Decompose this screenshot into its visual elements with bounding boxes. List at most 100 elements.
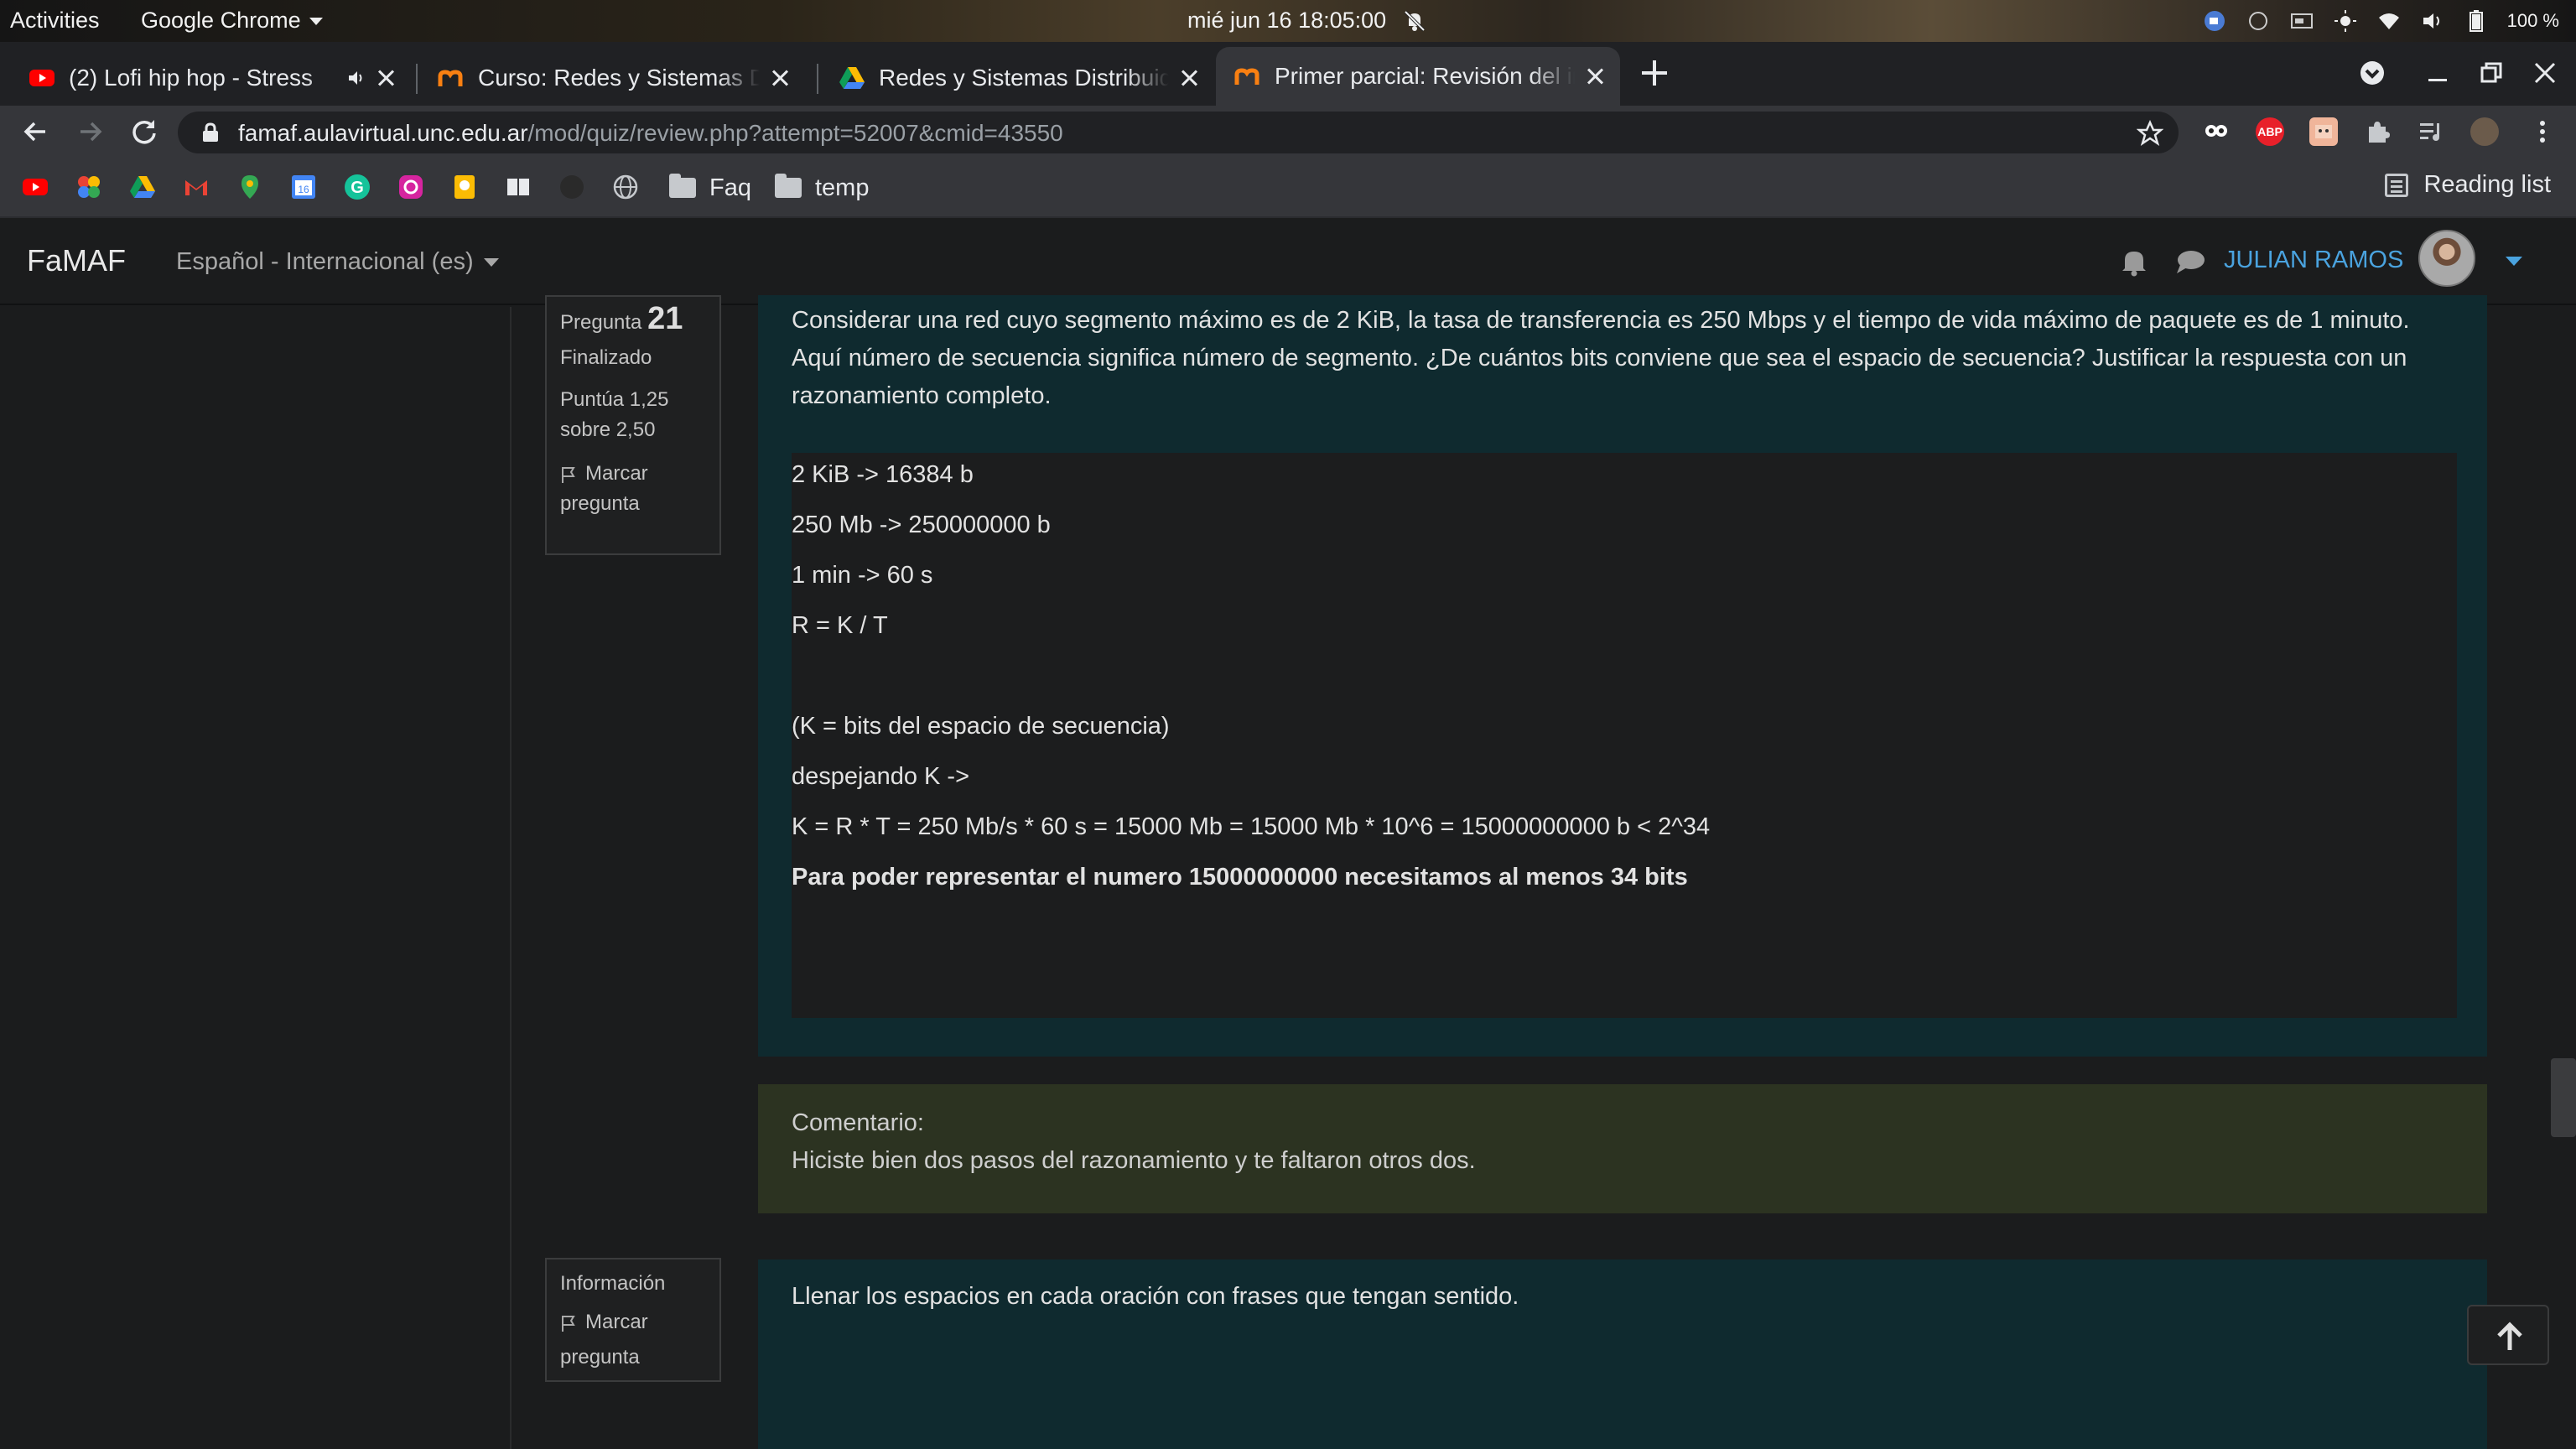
- reading-list-button[interactable]: Reading list: [2385, 171, 2551, 199]
- quiz-review-page: Pregunta 21 Finalizado Puntúa 1,25 sobre…: [0, 295, 2576, 1449]
- browser-toolbar: famaf.aulavirtual.unc.edu.ar/mod/quiz/re…: [0, 106, 2576, 158]
- system-top-bar: Activities Google Chrome mié jun 16 18:0…: [0, 0, 2576, 42]
- tab-close-icon[interactable]: [1583, 65, 1607, 88]
- extensions-puzzle-icon[interactable]: [2363, 117, 2392, 146]
- user-name[interactable]: JULIAN RAMOS: [2224, 247, 2403, 274]
- info-text: Llenar los espacios en cada oración con …: [792, 1283, 1519, 1310]
- tab-title: Primer parcial: Revisión del intento: [1275, 63, 1575, 89]
- chevron-down-icon: [309, 18, 323, 26]
- google-photos-bookmark-icon[interactable]: [75, 174, 102, 200]
- info-label: Información: [560, 1272, 666, 1295]
- profile-avatar[interactable]: [2470, 117, 2499, 146]
- flag-question-link[interactable]: Marcar: [560, 1305, 706, 1340]
- left-column-divider: [510, 307, 512, 1449]
- site-navbar: FaMAF Español - Internacional (es) JULIA…: [0, 218, 2576, 305]
- scroll-to-top-button[interactable]: [2467, 1305, 2549, 1365]
- tab-close-icon[interactable]: [768, 66, 792, 90]
- flag-label-2[interactable]: pregunta: [560, 489, 706, 519]
- notifications-off-icon: [1404, 10, 1426, 32]
- minimize-icon[interactable]: [2423, 59, 2452, 87]
- close-window-icon[interactable]: [2531, 59, 2559, 87]
- answer-line: despejando K ->: [792, 763, 970, 790]
- bookmark-folder-faq[interactable]: Faq: [669, 171, 751, 205]
- battery-icon: [2464, 8, 2489, 34]
- chevron-down-icon[interactable]: [2506, 257, 2522, 266]
- google-keep-bookmark-icon[interactable]: [451, 174, 478, 200]
- chevron-down-icon: [483, 258, 499, 267]
- reload-icon[interactable]: [129, 117, 159, 147]
- app-menu[interactable]: Google Chrome: [141, 8, 323, 34]
- tab-search-icon[interactable]: [2358, 59, 2386, 87]
- github-bookmark-icon[interactable]: [558, 174, 585, 200]
- extension-owl-icon[interactable]: [2202, 117, 2231, 146]
- tab-separator: [817, 64, 818, 94]
- media-control-icon[interactable]: [2417, 117, 2445, 146]
- flag-icon: [562, 466, 575, 483]
- google-calendar-bookmark-icon[interactable]: 16: [290, 174, 317, 200]
- youtube-bookmark-icon[interactable]: [22, 174, 49, 200]
- wifi-icon: [2376, 8, 2402, 34]
- system-tray[interactable]: 100 %: [2202, 7, 2576, 35]
- answer-box: 2 KiB -> 16384 b 250 Mb -> 250000000 b 1…: [792, 453, 2457, 1018]
- restore-icon[interactable]: [2477, 59, 2506, 87]
- url-path: /mod/quiz/review.php?attempt=52007&cmid=…: [527, 120, 1063, 146]
- bookmark-folder-label: Faq: [709, 174, 751, 201]
- tab-title: Curso: Redes y Sistemas Distribuidos: [478, 65, 760, 91]
- user-avatar[interactable]: [2418, 230, 2475, 287]
- question-text: Considerar una red cuyo segmento máximo …: [792, 307, 2410, 409]
- brightness-icon: [2333, 8, 2358, 34]
- language-label: Español - Internacional (es): [176, 248, 474, 275]
- adblock-plus-icon[interactable]: ABP: [2256, 117, 2284, 146]
- language-menu[interactable]: Español - Internacional (es): [176, 248, 499, 276]
- bookmark-folder-temp[interactable]: temp: [775, 171, 869, 205]
- tab-primer-parcial[interactable]: Primer parcial: Revisión del intento: [1216, 47, 1620, 106]
- url-text: famaf.aulavirtual.unc.edu.ar/mod/quiz/re…: [238, 120, 1063, 147]
- tab-close-icon[interactable]: [374, 66, 397, 90]
- tab-close-icon[interactable]: [1177, 66, 1201, 90]
- feedback-comment: Comentario: Hiciste bien dos pasos del r…: [758, 1084, 2487, 1213]
- address-bar[interactable]: famaf.aulavirtual.unc.edu.ar/mod/quiz/re…: [178, 112, 2179, 153]
- reading-list-icon: [2385, 173, 2409, 197]
- google-maps-bookmark-icon[interactable]: [236, 174, 263, 200]
- bookmark-star-icon[interactable]: [2137, 120, 2163, 147]
- forward-icon[interactable]: [75, 117, 106, 147]
- chat-bubble-icon[interactable]: [2175, 248, 2205, 275]
- app-menu-label: Google Chrome: [141, 8, 301, 33]
- google-drive-bookmark-icon[interactable]: [129, 174, 156, 200]
- bell-icon[interactable]: [2120, 247, 2148, 277]
- gmail-bookmark-icon[interactable]: [183, 174, 210, 200]
- answer-line: R = K / T: [792, 612, 888, 639]
- flag-label-1: Marcar: [585, 1311, 648, 1333]
- answer-line: 250 Mb -> 250000000 b: [792, 512, 1051, 538]
- flag-label-1: Marcar: [585, 462, 648, 485]
- tab-lofi[interactable]: (2) Lofi hip hop - Stress: [10, 50, 411, 106]
- tab-drive[interactable]: Redes y Sistemas Distribuidos: [820, 50, 1214, 106]
- globe-bookmark-icon[interactable]: [612, 174, 639, 200]
- extension-face-icon[interactable]: [2309, 117, 2338, 146]
- new-tab-button[interactable]: [1640, 59, 1669, 87]
- volume-icon: [2420, 8, 2445, 34]
- tab-curso[interactable]: Curso: Redes y Sistemas Distribuidos: [419, 50, 805, 106]
- reader-bookmark-icon[interactable]: [505, 174, 532, 200]
- flag-question-link[interactable]: Marcar: [560, 459, 706, 489]
- svg-text:G: G: [351, 179, 364, 197]
- folder-icon: [669, 174, 696, 198]
- site-brand[interactable]: FaMAF: [27, 243, 126, 278]
- grammarly-bookmark-icon[interactable]: G: [344, 174, 371, 200]
- moodle-icon: [1234, 68, 1259, 85]
- answer-conclusion: Para poder representar el numero 1500000…: [792, 864, 1688, 891]
- activities-button[interactable]: Activities: [10, 8, 100, 34]
- instagram-bookmark-icon[interactable]: [397, 174, 424, 200]
- url-host: famaf.aulavirtual.unc.edu.ar: [238, 120, 528, 146]
- flag-label-2[interactable]: pregunta: [560, 1340, 706, 1375]
- svg-text:16: 16: [298, 184, 309, 195]
- clock[interactable]: mié jun 16 18:05:00: [1187, 8, 1386, 34]
- page-scrollbar[interactable]: [2551, 1058, 2576, 1137]
- back-icon[interactable]: [20, 117, 50, 147]
- flag-icon: [562, 1315, 575, 1332]
- question-content-21: Considerar una red cuyo segmento máximo …: [758, 295, 2487, 1057]
- answer-line: K = R * T = 250 Mb/s * 60 s = 15000 Mb =…: [792, 813, 1711, 840]
- screen-share-icon: [2289, 8, 2314, 34]
- chrome-menu-icon[interactable]: [2527, 117, 2558, 147]
- moodle-icon: [438, 70, 463, 86]
